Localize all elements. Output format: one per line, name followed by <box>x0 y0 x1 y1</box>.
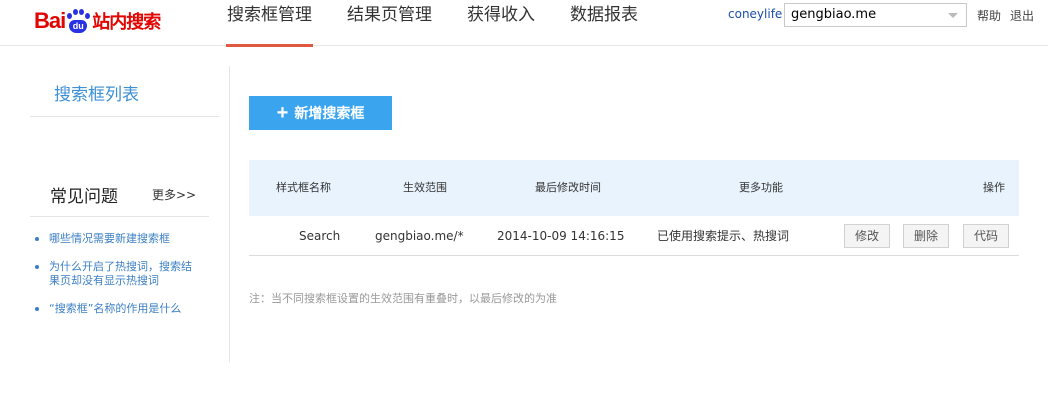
sidebar-item-search-box-list[interactable]: 搜索框列表 <box>54 80 139 105</box>
faq-list: 哪些情况需要新建搜索框 为什么开启了热搜词，搜索结果页却没有显示热搜词 “搜索框… <box>32 232 202 325</box>
nav-tab-income[interactable]: 获得收入 <box>467 0 535 46</box>
site-select-value: gengbiao.me <box>791 7 877 22</box>
column-header-scope: 生效范围 <box>403 181 447 194</box>
add-search-box-button[interactable]: + 新增搜索框 <box>249 96 392 130</box>
table-row: Search gengbiao.me/* 2014-10-09 14:16:15… <box>249 216 1019 256</box>
cell-scope: gengbiao.me/* <box>375 229 464 243</box>
logo-subtitle: 站内搜索 <box>92 12 161 33</box>
baidu-logo[interactable]: Bai du 站内搜索 <box>34 6 161 36</box>
baidu-paw-icon: du <box>66 9 91 33</box>
faq-item[interactable]: 为什么开启了热搜词，搜索结果页却没有显示热搜词 <box>32 260 202 288</box>
caret-down-icon <box>948 13 958 18</box>
logo-bai-text: Bai <box>34 8 66 33</box>
faq-item-text: 为什么开启了热搜词，搜索结果页却没有显示热搜词 <box>49 260 192 287</box>
sidebar: 搜索框列表 常见问题 更多>> 哪些情况需要新建搜索框 为什么开启了热搜词，搜索… <box>30 66 230 362</box>
delete-button[interactable]: 删除 <box>903 224 949 248</box>
username-link[interactable]: coneylife <box>728 7 782 21</box>
bullet-dot-icon <box>35 307 39 311</box>
faq-item[interactable]: “搜索框”名称的作用是什么 <box>32 302 202 316</box>
nav-tab-reports[interactable]: 数据报表 <box>570 0 638 46</box>
faq-divider <box>30 216 209 217</box>
bullet-dot-icon <box>35 237 39 241</box>
table-header: 样式框名称 生效范围 最后修改时间 更多功能 操作 <box>249 160 1019 216</box>
logout-link[interactable]: 退出 <box>1010 7 1034 24</box>
site-select[interactable]: gengbiao.me <box>784 3 967 27</box>
sidebar-divider <box>30 116 219 117</box>
faq-item-text: 哪些情况需要新建搜索框 <box>49 232 170 245</box>
nav-tab-result-page-manage[interactable]: 结果页管理 <box>347 0 432 46</box>
cell-name: Search <box>299 229 341 243</box>
column-header-modified: 最后修改时间 <box>535 181 601 194</box>
faq-heading: 常见问题 <box>50 187 118 207</box>
cell-modified: 2014-10-09 14:16:15 <box>497 229 625 243</box>
faq-item-text: “搜索框”名称的作用是什么 <box>49 302 182 315</box>
plus-icon: + <box>276 102 289 124</box>
logo-du-text: du <box>69 20 88 33</box>
column-header-features: 更多功能 <box>739 181 783 194</box>
nav-tab-search-box-manage[interactable]: 搜索框管理 <box>226 0 313 47</box>
edit-button[interactable]: 修改 <box>844 224 890 248</box>
top-header: Bai du 站内搜索 搜索框管理 结果页管理 获得收入 数据报表 coneyl… <box>0 0 1048 47</box>
code-button[interactable]: 代码 <box>963 224 1009 248</box>
bullet-dot-icon <box>35 265 39 269</box>
column-header-actions: 操作 <box>983 181 1005 194</box>
faq-more-link[interactable]: 更多>> <box>152 186 196 203</box>
add-search-box-label: 新增搜索框 <box>294 105 365 121</box>
search-box-table: 样式框名称 生效范围 最后修改时间 更多功能 操作 Search gengbia… <box>249 160 1019 256</box>
faq-item[interactable]: 哪些情况需要新建搜索框 <box>32 232 202 246</box>
overlap-note: 注：当不同搜索框设置的生效范围有重叠时，以最后修改的为准 <box>249 292 557 305</box>
column-header-name: 样式框名称 <box>276 181 331 194</box>
help-link[interactable]: 帮助 <box>977 7 1001 24</box>
cell-features: 已使用搜索提示、热搜词 <box>657 229 790 243</box>
main-nav: 搜索框管理 结果页管理 获得收入 数据报表 <box>226 0 673 47</box>
